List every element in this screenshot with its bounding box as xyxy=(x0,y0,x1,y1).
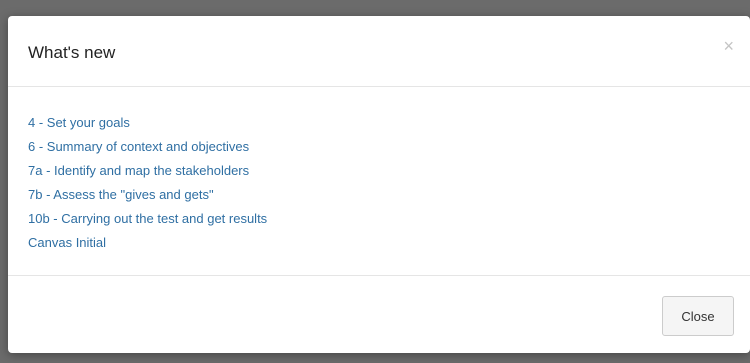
news-link-canvas-initial[interactable]: Canvas Initial xyxy=(28,235,106,250)
list-item: 6 - Summary of context and objectives xyxy=(28,135,267,159)
list-item: 7a - Identify and map the stakeholders xyxy=(28,159,267,183)
news-link-map-stakeholders[interactable]: 7a - Identify and map the stakeholders xyxy=(28,163,249,178)
modal-body: 4 - Set your goals 6 - Summary of contex… xyxy=(8,87,750,276)
news-link-gives-gets[interactable]: 7b - Assess the "gives and gets" xyxy=(28,187,214,202)
news-link-summary-context[interactable]: 6 - Summary of context and objectives xyxy=(28,139,249,154)
modal-header: What's new × xyxy=(8,16,750,87)
close-icon[interactable]: × xyxy=(723,36,734,56)
list-item: Canvas Initial xyxy=(28,231,267,255)
news-link-test-results[interactable]: 10b - Carrying out the test and get resu… xyxy=(28,211,267,226)
news-list: 4 - Set your goals 6 - Summary of contex… xyxy=(28,111,267,255)
modal-title: What's new xyxy=(28,43,116,62)
list-item: 7b - Assess the "gives and gets" xyxy=(28,183,267,207)
modal-footer: Close xyxy=(8,276,750,353)
news-link-set-goals[interactable]: 4 - Set your goals xyxy=(28,115,130,130)
close-button[interactable]: Close xyxy=(662,296,734,336)
list-item: 10b - Carrying out the test and get resu… xyxy=(28,207,267,231)
list-item: 4 - Set your goals xyxy=(28,111,267,135)
whats-new-dialog: What's new × 4 - Set your goals 6 - Summ… xyxy=(8,16,750,353)
